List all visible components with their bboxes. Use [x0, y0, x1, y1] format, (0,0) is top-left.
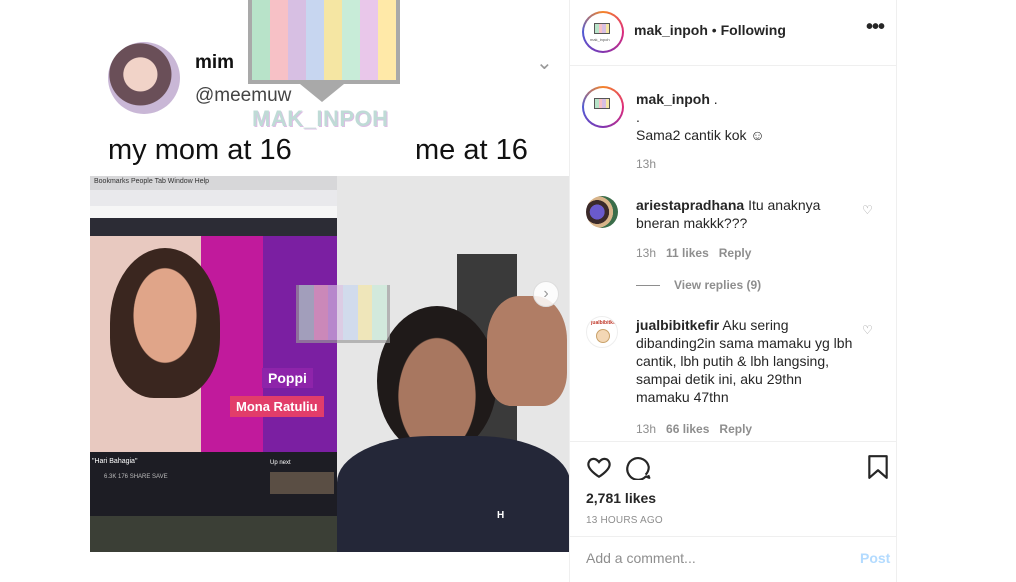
browser-url-bar	[90, 206, 337, 218]
media-bottom	[90, 552, 569, 582]
comment-avatar-ariestapradhana[interactable]	[586, 196, 618, 228]
avatar-label: mak_inpoh	[590, 37, 610, 42]
video-stats: 6.3K 176 SHARE SAVE	[104, 474, 168, 480]
person-photo-right	[377, 306, 497, 456]
comments-list: mak_inpoh . . Sama2 cantik kok ☺ 13h ari…	[570, 66, 897, 441]
avatar-figure	[596, 329, 610, 343]
tweet-display-name: mim	[195, 52, 235, 73]
comment-body-2: jualbibitkefir Aku sering dibanding2in s…	[636, 316, 854, 406]
reply-button[interactable]: Reply	[719, 422, 752, 436]
comment-username[interactable]: ariestapradhana	[636, 197, 744, 213]
post-header: mak_inpoh mak_inpoh • Following •••	[570, 0, 897, 66]
video-base	[90, 516, 337, 552]
add-comment-bar: Post	[570, 536, 897, 582]
header-separator: •	[711, 22, 717, 38]
post-comment-button[interactable]: Post	[860, 550, 890, 566]
caption-line-1: .	[636, 109, 640, 125]
view-replies-line	[636, 285, 660, 287]
watermark-text: MAK_INPOH	[252, 106, 389, 131]
comment-likes[interactable]: 66 likes	[666, 422, 709, 436]
likes-count[interactable]: 2,781 likes	[586, 490, 656, 506]
up-next-label: Up next	[270, 460, 291, 466]
profile-avatar[interactable]: mak_inpoh	[582, 11, 624, 53]
comment-username[interactable]: jualbibitkefir	[636, 317, 719, 333]
comment-time: 13h	[636, 422, 657, 436]
name-label-mona: Mona Ratuliu	[230, 396, 324, 417]
tweet-handle: @meemuw	[195, 85, 292, 106]
following-button[interactable]: Following	[721, 22, 786, 38]
header-username[interactable]: mak_inpoh	[634, 22, 708, 38]
comment-likes[interactable]: 11 likes	[666, 246, 709, 260]
comment-avatar-jualbibitkefir[interactable]: jualbibitkefir	[586, 316, 618, 348]
video-title: "Hari Bahagia"	[92, 458, 138, 465]
caption-body: mak_inpoh . . Sama2 cantik kok ☺	[636, 90, 876, 144]
browser-tabs	[90, 190, 337, 206]
watermark-pointer	[300, 84, 344, 102]
comment-meta-1: 13h 11 likes Reply	[636, 246, 751, 260]
comment-like-heart-icon[interactable]: ♡	[862, 323, 876, 337]
shirt	[337, 436, 569, 552]
browser-menu-bar: Bookmarks People Tab Window Help	[90, 176, 337, 190]
caption-avatar[interactable]	[582, 86, 624, 128]
more-options-icon[interactable]: •••	[866, 16, 885, 39]
caption-suffix: .	[709, 91, 718, 107]
comment-body-1: ariestapradhana Itu anaknya bneran makkk…	[636, 196, 856, 232]
post-panel: mak_inpoh mak_inpoh • Following ••• mak_…	[570, 0, 897, 582]
comment-like-heart-icon[interactable]: ♡	[862, 203, 876, 217]
person-photo-left	[110, 248, 220, 398]
reply-button[interactable]: Reply	[719, 246, 752, 260]
post-media[interactable]: mim @meemuw ⌄ my mom at 16 me at 16 MAK_…	[90, 0, 570, 582]
photo-right: H	[337, 176, 569, 552]
add-comment-input[interactable]	[586, 547, 836, 569]
post-timestamp: 13 HOURS AGO	[586, 515, 663, 526]
comment-time: 13h	[636, 246, 657, 260]
post-actions: 2,781 likes 13 HOURS AGO	[570, 441, 897, 536]
avatar-text: jualbibitkefir	[591, 320, 618, 326]
comment-bubble-icon[interactable]	[626, 454, 652, 480]
up-next-thumbnail	[270, 472, 334, 494]
watermark-center	[296, 285, 390, 343]
caption-line-2: Sama2 cantik kok ☺	[636, 127, 765, 143]
caption-time: 13h	[636, 157, 657, 171]
photo-left: Bookmarks People Tab Window Help Poppi M…	[90, 176, 337, 552]
like-heart-icon[interactable]	[586, 454, 612, 480]
video-info-bar: "Hari Bahagia" 6.3K 176 SHARE SAVE Up ne…	[90, 452, 337, 516]
peace-sign-hand	[487, 296, 567, 406]
watermark-tv-logo	[248, 0, 400, 84]
name-label-poppi: Poppi	[262, 368, 313, 388]
view-replies-label: View replies (9)	[674, 278, 762, 292]
shirt-logo: H	[497, 510, 505, 521]
caption-username[interactable]: mak_inpoh	[636, 91, 710, 107]
caption-right: me at 16	[415, 134, 528, 166]
caption-left: my mom at 16	[108, 134, 292, 166]
comment-meta-2: 13h 66 likes Reply	[636, 422, 752, 436]
next-image-button[interactable]: ›	[533, 281, 559, 307]
tweet-screenshot-header: mim @meemuw ⌄ my mom at 16 me at 16 MAK_…	[90, 0, 569, 176]
chevron-down-icon: ⌄	[536, 52, 553, 74]
save-bookmark-icon[interactable]	[865, 454, 891, 480]
view-replies-button[interactable]: View replies (9)	[636, 278, 761, 292]
header-username-line: mak_inpoh • Following	[634, 22, 786, 38]
tweet-avatar	[108, 42, 180, 114]
